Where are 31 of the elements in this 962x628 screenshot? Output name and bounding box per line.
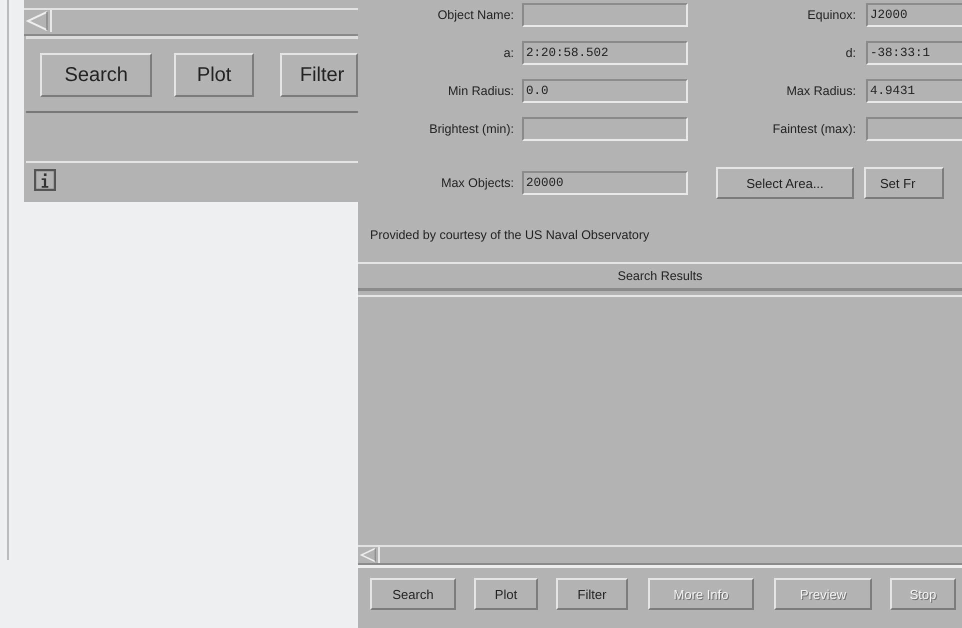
toolbar-button[interactable]: Filter [280,53,358,97]
input-field[interactable]: 4.9431 [866,79,962,103]
horizontal-scrollbar[interactable] [358,545,962,565]
field-label: Faintest (max): [772,122,857,136]
input-field[interactable]: 20000 [522,171,688,195]
input-field[interactable]: 0.0 [522,79,688,103]
area-button[interactable]: Select Area... [716,167,854,199]
input-field[interactable]: -38:33:1 [866,41,962,65]
toolbar-button[interactable]: Filter [556,578,628,610]
area-button[interactable]: Set Fr [864,167,944,199]
input-field[interactable]: 2:20:58.502 [522,41,688,65]
input-field[interactable] [866,117,962,141]
input-field[interactable]: J2000 [866,3,962,27]
toolbar-button[interactable]: Search [40,53,152,97]
credit-text: Provided by courtesy of the US Naval Observatory [369,227,650,244]
field-label: Equinox: [806,8,857,22]
field-label: d: [844,46,857,60]
field-label: Max Radius: [786,84,857,98]
field-label: a: [502,46,515,60]
input-field[interactable] [522,117,688,141]
input-field[interactable] [522,3,688,27]
toolbar-button[interactable]: Plot [474,578,538,610]
field-label: Brightest (min): [428,122,515,136]
toolbar-button[interactable]: Plot [174,53,254,97]
info-icon[interactable] [34,169,56,191]
field-label: Object Name: [436,8,515,22]
field-label: Min Radius: [447,84,515,98]
field-label: Max Objects: [440,176,515,190]
results-header: Search Results [358,262,962,291]
horizontal-scrollbar[interactable] [24,8,358,36]
toolbar-button[interactable]: Search [370,578,456,610]
